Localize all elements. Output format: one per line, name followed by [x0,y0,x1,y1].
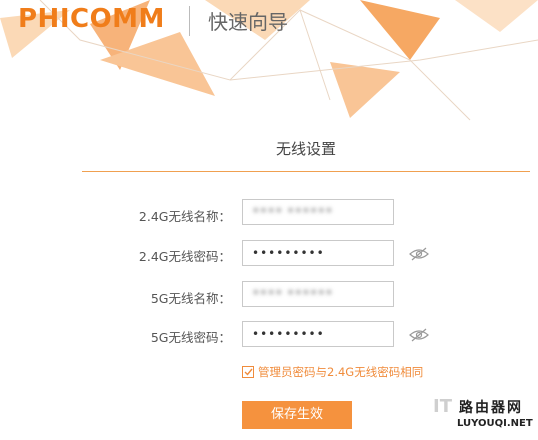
bg-triangle [330,62,400,118]
same-password-label: 管理员密码与2.4G无线密码相同 [258,365,424,379]
ssid-24g-label: 2.4G无线名称： [138,209,231,224]
eye-slash-icon[interactable] [408,247,430,261]
password-24g-label: 2.4G无线密码： [138,249,231,264]
watermark-it: IT [433,396,452,417]
watermark-url: LUYOUQI.NET [457,418,533,429]
phicomm-logo: PHICOMM [18,4,165,34]
same-password-checkbox[interactable] [242,366,254,378]
section-title: 无线设置 [275,140,336,158]
watermark-site-name: 路由器网 [459,400,523,416]
password-24g-input[interactable]: ••••••••• [242,240,394,266]
ssid-5g-value: •••• •••••• [252,286,333,301]
ssid-5g-input[interactable]: •••• •••••• [242,281,394,307]
bg-triangle [360,0,440,60]
title-divider [82,171,530,172]
ssid-24g-input[interactable]: •••• •••••• [242,199,394,225]
password-5g-input[interactable]: ••••••••• [242,321,394,347]
bg-triangle [455,0,538,32]
password-5g-label: 5G无线密码： [150,330,231,345]
check-icon [244,368,253,376]
ssid-24g-value: •••• •••••• [252,204,333,219]
eye-slash-icon[interactable] [408,328,430,342]
ssid-5g-label: 5G无线名称： [150,291,231,306]
password-24g-value: ••••••••• [252,246,325,260]
save-button[interactable]: 保存生效 [242,401,352,429]
password-5g-value: ••••••••• [252,327,325,341]
header-divider [189,6,190,36]
wizard-title: 快速向导 [208,10,288,34]
same-password-option[interactable]: 管理员密码与2.4G无线密码相同 [242,364,423,380]
